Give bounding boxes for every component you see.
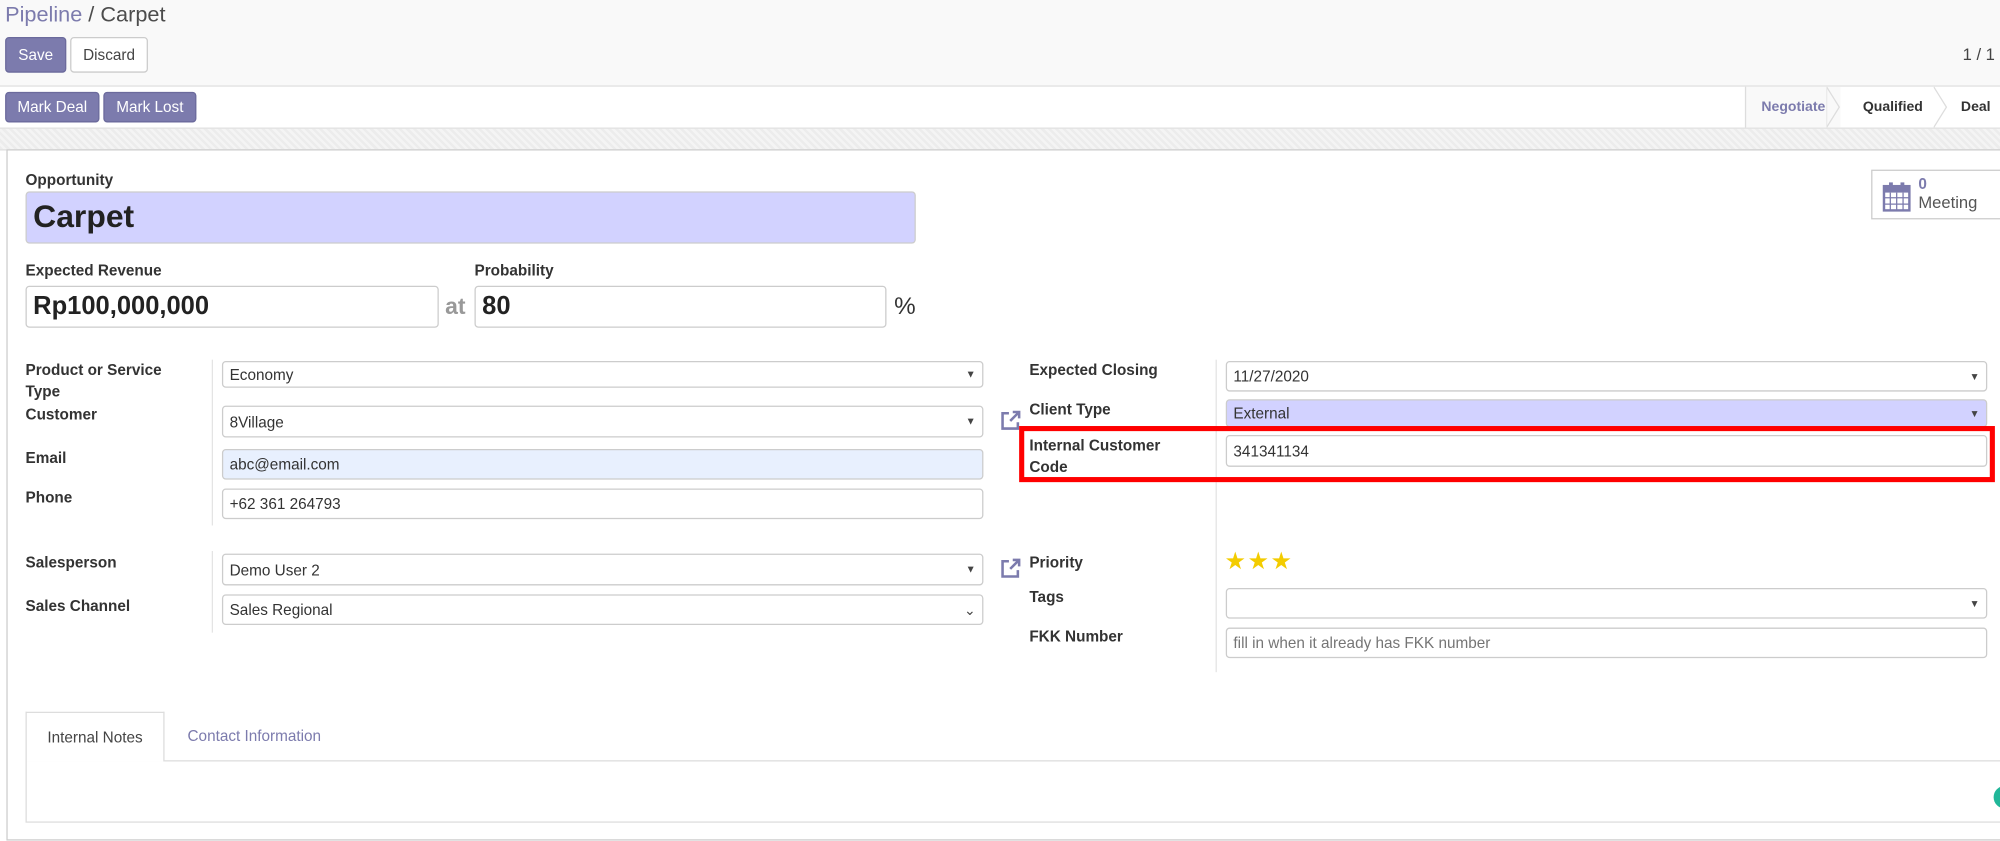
separator [211, 551, 214, 633]
mark-deal-button[interactable]: Mark Deal [5, 91, 100, 123]
tags-input[interactable]: ▼ [1225, 588, 1988, 619]
stage-deal[interactable]: Deal [1952, 87, 2000, 128]
sales-channel-value: Sales Regional [229, 600, 333, 619]
meeting-smart-button[interactable]: 0 Meeting [1871, 169, 2000, 220]
expected-closing-input[interactable]: 11/27/2020 ▼ [1225, 360, 1988, 392]
mark-lost-button[interactable]: Mark Lost [103, 91, 197, 123]
save-button[interactable]: Save [5, 36, 67, 73]
phone-input[interactable]: +62 361 264793 [221, 488, 984, 520]
fkk-number-input[interactable] [1225, 627, 1988, 659]
caret-down-icon: ▼ [965, 563, 976, 576]
chevron-down-icon: ⌄ [964, 602, 976, 618]
caret-down-icon: ▼ [1969, 370, 1980, 383]
expected-revenue-label: Expected Revenue [25, 261, 162, 280]
priority-stars[interactable]: ★★★ [1224, 547, 1293, 576]
client-type-value: External [1233, 404, 1290, 423]
salesperson-label: Salesperson [25, 553, 117, 572]
tab-internal-notes[interactable]: Internal Notes [25, 711, 165, 762]
opportunity-input[interactable]: Carpet [25, 191, 916, 244]
sales-channel-select[interactable]: Sales Regional ⌄ [221, 594, 984, 625]
meeting-label: Meeting [1918, 192, 1978, 212]
customer-value: 8Village [229, 412, 284, 431]
caret-down-icon: ▼ [1969, 407, 1980, 420]
customer-label: Customer [25, 405, 97, 424]
client-type-select[interactable]: External ▼ [1225, 399, 1988, 428]
caret-down-icon: ▼ [965, 415, 976, 428]
external-link-icon[interactable] [999, 557, 1022, 580]
separator [1215, 359, 1217, 673]
caret-down-icon: ▼ [965, 368, 976, 381]
probability-input[interactable]: 80 [474, 285, 887, 328]
separator [211, 359, 214, 526]
calendar-icon [1882, 182, 1911, 212]
breadcrumb-pipeline-link[interactable]: Pipeline [5, 3, 82, 27]
breadcrumb-separator: / [88, 2, 95, 27]
priority-label: Priority [1029, 553, 1083, 572]
meeting-count: 0 [1918, 174, 1927, 193]
salesperson-select[interactable]: Demo User 2 ▼ [221, 553, 984, 586]
highlight-box [1019, 426, 1995, 483]
salesperson-value: Demo User 2 [229, 560, 320, 579]
pager[interactable]: 1 / 1 [1963, 45, 1995, 64]
stage-arrow-icon [1933, 86, 1948, 128]
email-label: Email [25, 448, 67, 467]
product-type-value: Economy [229, 365, 294, 384]
stage-arrow-icon [1826, 86, 1841, 128]
at-label: at [445, 293, 466, 319]
email-input[interactable]: abc@email.com [221, 448, 984, 480]
fkk-number-label: FKK Number [1029, 627, 1123, 646]
expected-closing-label: Expected Closing [1029, 360, 1158, 379]
stage-qualified[interactable]: Qualified [1844, 87, 1941, 128]
product-type-select[interactable]: Economy ▼ [221, 360, 984, 388]
phone-label: Phone [25, 488, 73, 507]
control-panel [0, 0, 2000, 87]
star-icon[interactable]: ★ [1271, 548, 1294, 575]
background-strip [0, 128, 2000, 151]
statusbar [0, 86, 2000, 129]
caret-down-icon: ▼ [1969, 597, 1980, 610]
expected-revenue-input[interactable]: Rp100,000,000 [25, 285, 439, 328]
breadcrumb: Pipeline / Carpet [5, 3, 165, 29]
star-icon[interactable]: ★ [1248, 548, 1271, 575]
product-type-label: Product or Service Type [25, 360, 162, 401]
expected-closing-value: 11/27/2020 [1233, 367, 1309, 386]
customer-select[interactable]: 8Village ▼ [221, 405, 984, 438]
breadcrumb-current: Carpet [100, 2, 166, 27]
client-type-label: Client Type [1029, 400, 1111, 419]
opportunity-label: Opportunity [25, 170, 114, 189]
probability-label: Probability [474, 261, 554, 280]
star-icon[interactable]: ★ [1224, 548, 1247, 575]
discard-button[interactable]: Discard [70, 36, 148, 73]
tab-contact-information[interactable]: Contact Information [187, 727, 321, 745]
sales-channel-label: Sales Channel [25, 596, 131, 615]
notes-editor[interactable] [25, 760, 2000, 823]
percent-unit: % [894, 293, 916, 321]
tags-label: Tags [1029, 588, 1064, 606]
